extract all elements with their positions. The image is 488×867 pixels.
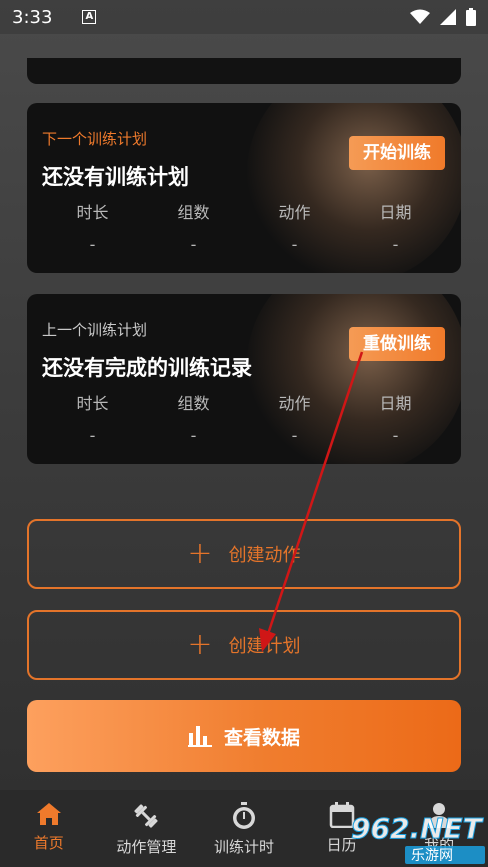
previous-plan-title: 还没有完成的训练记录 <box>42 356 252 380</box>
previous-plan-card: 上一个训练计划 还没有完成的训练记录 重做训练 时长 - 组数 - 动作 - 日… <box>27 294 461 464</box>
stat-date: 日期 - <box>345 390 446 445</box>
status-icons <box>410 8 476 26</box>
stat-actions: 动作 - <box>244 390 345 445</box>
tab-label: 首页 <box>33 834 64 852</box>
stat-label: 组数 <box>177 203 210 222</box>
stat-value: - <box>190 426 197 445</box>
dumbbell-icon <box>134 804 158 828</box>
stat-label: 动作 <box>278 394 311 413</box>
wifi-icon <box>410 9 430 24</box>
view-data-button[interactable]: 查看数据 <box>27 700 461 772</box>
next-plan-stats: 时长 - 组数 - 动作 - 日期 - <box>42 199 446 254</box>
tab-training-timer[interactable]: 训练计时 <box>195 790 293 867</box>
cellular-icon <box>440 9 456 25</box>
stat-sets: 组数 - <box>143 390 244 445</box>
stat-value: - <box>190 235 197 254</box>
stat-label: 时长 <box>76 394 109 413</box>
next-plan-eyebrow: 下一个训练计划 <box>42 130 148 148</box>
create-action-button[interactable]: + 创建动作 <box>27 519 461 589</box>
plus-icon: + <box>187 627 213 662</box>
start-training-button[interactable]: 开始训练 <box>349 136 445 170</box>
create-plan-label: 创建计划 <box>228 636 301 657</box>
stat-value: - <box>291 235 298 254</box>
svg-text:乐游网: 乐游网 <box>411 848 453 864</box>
tab-label: 训练计时 <box>213 838 274 856</box>
tab-action-management[interactable]: 动作管理 <box>98 790 196 867</box>
stat-sets: 组数 - <box>143 199 244 254</box>
plus-icon: + <box>187 536 213 571</box>
notification-a-icon: A <box>82 10 97 24</box>
redo-training-button[interactable]: 重做训练 <box>349 327 445 361</box>
bar-chart-icon <box>187 726 212 747</box>
tab-label: 动作管理 <box>116 838 177 856</box>
view-data-label: 查看数据 <box>223 726 300 749</box>
home-icon <box>36 803 61 825</box>
next-plan-card: 下一个训练计划 还没有训练计划 开始训练 时长 - 组数 - 动作 - 日期 - <box>27 103 461 273</box>
stat-label: 日期 <box>379 203 412 222</box>
previous-card-stub <box>27 58 461 84</box>
stat-duration: 时长 - <box>42 199 143 254</box>
tab-home[interactable]: 首页 <box>0 790 98 867</box>
previous-plan-stats: 时长 - 组数 - 动作 - 日期 - <box>42 390 446 445</box>
svg-text:962.NET: 962.NET <box>351 812 484 845</box>
battery-icon <box>466 8 476 26</box>
create-action-label: 创建动作 <box>228 545 301 566</box>
next-plan-title: 还没有训练计划 <box>42 165 189 189</box>
stat-value: - <box>89 235 96 254</box>
stat-label: 日期 <box>379 394 412 413</box>
stat-value: - <box>291 426 298 445</box>
stat-label: 时长 <box>76 203 109 222</box>
stat-value: - <box>89 426 96 445</box>
stat-value: - <box>392 426 399 445</box>
create-plan-button[interactable]: + 创建计划 <box>27 610 461 680</box>
stat-actions: 动作 - <box>244 199 345 254</box>
stat-label: 组数 <box>177 394 210 413</box>
stopwatch-icon <box>232 802 255 829</box>
stat-date: 日期 - <box>345 199 446 254</box>
stat-duration: 时长 - <box>42 390 143 445</box>
status-bar: 3:33 A <box>0 0 488 34</box>
stat-value: - <box>392 235 399 254</box>
previous-plan-eyebrow: 上一个训练计划 <box>42 321 148 339</box>
status-time: 3:33 <box>12 6 53 28</box>
site-watermark-logo: 962.NET 乐游网 <box>351 812 485 864</box>
stat-label: 动作 <box>278 203 311 222</box>
